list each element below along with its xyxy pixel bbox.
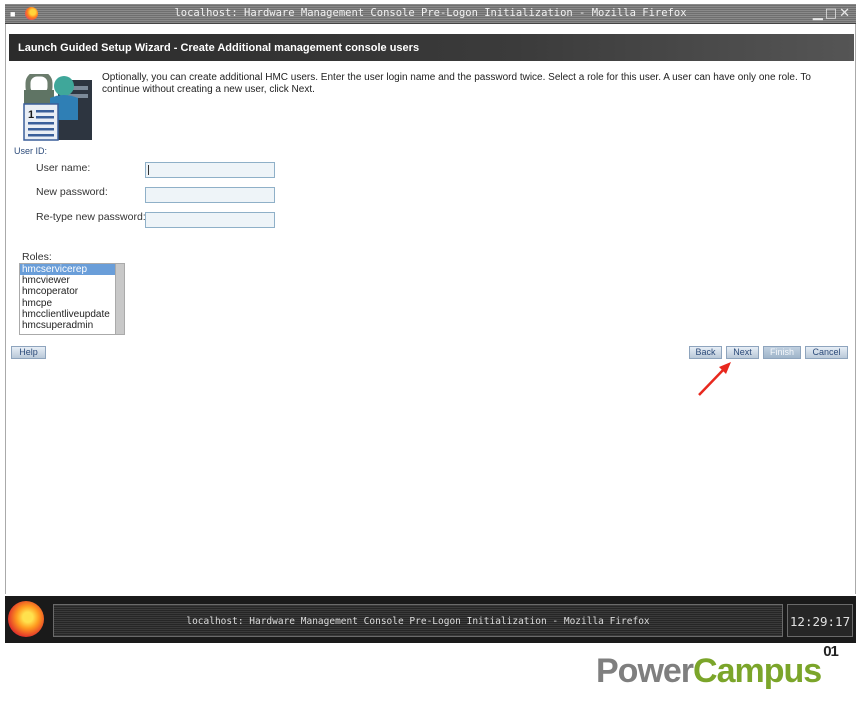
browser-content: Launch Guided Setup Wizard - Create Addi… xyxy=(5,24,856,594)
roles-scrollbar[interactable] xyxy=(115,264,124,334)
password-input[interactable] xyxy=(145,187,275,203)
next-button[interactable]: Next xyxy=(726,346,759,359)
roles-label: Roles: xyxy=(22,251,52,263)
retype-password-input[interactable] xyxy=(145,212,275,228)
role-option[interactable]: hmcsuperadmin xyxy=(20,320,124,331)
wizard-heading: Launch Guided Setup Wizard - Create Addi… xyxy=(9,34,854,61)
taskbar-clock: 12:29:17 xyxy=(787,604,853,637)
maximize-icon[interactable]: □ xyxy=(825,6,839,21)
cancel-button[interactable]: Cancel xyxy=(805,346,848,359)
taskbar-window-title: localhost: Hardware Management Console P… xyxy=(186,616,650,627)
window-controls[interactable]: ▁□✕ xyxy=(813,6,852,21)
back-button[interactable]: Back xyxy=(689,346,722,359)
finish-button[interactable]: Finish xyxy=(763,346,801,359)
username-input[interactable] xyxy=(145,162,275,178)
window-titlebar[interactable]: ■ localhost: Hardware Management Console… xyxy=(5,4,856,24)
password-label: New password: xyxy=(36,186,108,198)
taskbar: localhost: Hardware Management Console P… xyxy=(5,596,856,643)
roles-listbox[interactable]: hmcservicerep hmcviewer hmcoperator hmcp… xyxy=(19,263,125,335)
role-option[interactable]: hmcviewer xyxy=(20,275,124,286)
logo-superscript: 01 xyxy=(823,642,839,660)
role-option[interactable]: hmcpe xyxy=(20,298,124,309)
window-title: localhost: Hardware Management Console P… xyxy=(174,7,687,19)
annotation-arrow-icon xyxy=(698,362,731,396)
userid-section-label: User ID: xyxy=(14,146,48,156)
wizard-description: Optionally, you can create additional HM… xyxy=(102,72,811,95)
firefox-launcher-icon[interactable] xyxy=(8,601,44,637)
minimize-icon[interactable]: ▁ xyxy=(813,6,825,21)
logo-part-power: Power xyxy=(596,652,694,690)
close-icon[interactable]: ✕ xyxy=(839,6,852,21)
svg-text:1: 1 xyxy=(28,109,34,121)
retype-password-label: Re-type new password: xyxy=(36,211,146,223)
username-label: User name: xyxy=(36,162,91,174)
role-option[interactable]: hmcclientliveupdate xyxy=(20,309,124,320)
taskbar-window-item[interactable]: localhost: Hardware Management Console P… xyxy=(53,604,783,637)
help-button[interactable]: Help xyxy=(11,346,46,359)
logo-part-campus: Campus xyxy=(693,652,822,690)
role-option[interactable]: hmcoperator xyxy=(20,286,124,297)
powercampus-logo: PowerCampus01 xyxy=(596,643,839,691)
users-icon: 1 xyxy=(23,74,92,141)
role-option[interactable]: hmcservicerep xyxy=(20,264,124,276)
text-caret xyxy=(148,165,149,175)
